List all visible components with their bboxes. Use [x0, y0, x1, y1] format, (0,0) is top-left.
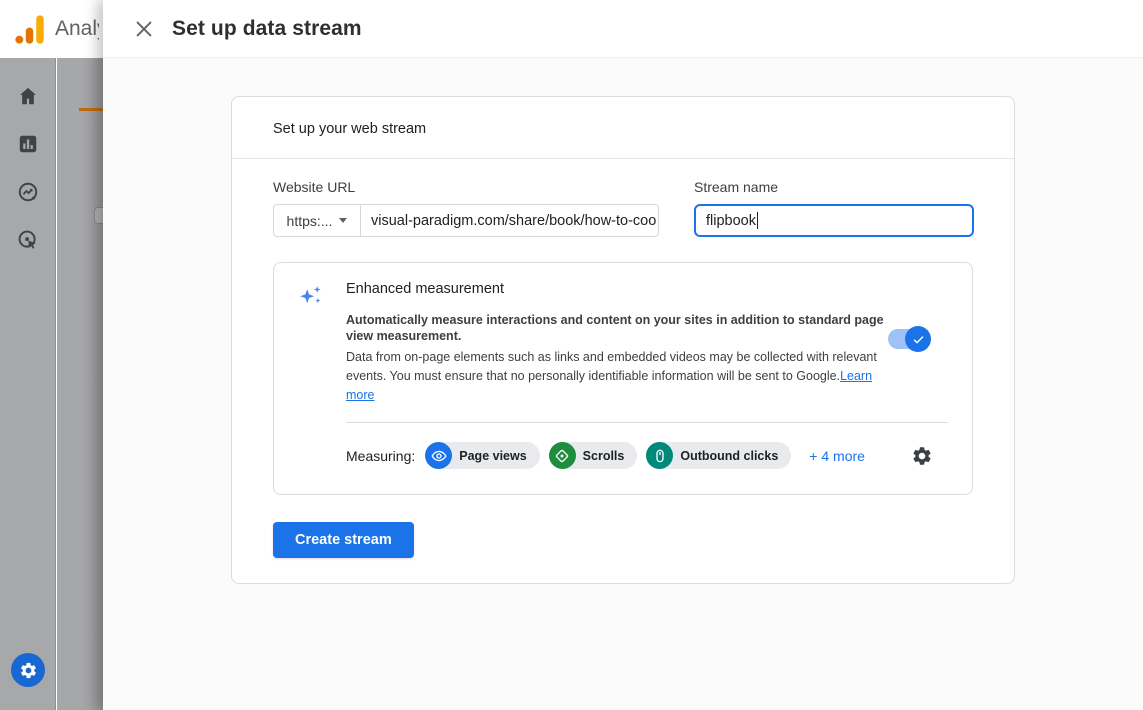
chevron-down-icon	[339, 218, 347, 223]
website-url-label: Website URL	[273, 179, 659, 195]
website-url-value: visual-paradigm.com/share/book/how-to-co…	[371, 213, 656, 229]
scroll-diamond-icon	[554, 448, 570, 464]
enhanced-measurement-toggle[interactable]	[888, 329, 928, 349]
check-icon	[911, 332, 926, 347]
tab-underline	[79, 108, 103, 111]
card-header: Set up your web stream	[232, 97, 1014, 159]
stream-name-field-group: Stream name flipbook	[694, 179, 974, 237]
measurement-settings-gear-icon[interactable]	[911, 445, 933, 467]
stream-name-label: Stream name	[694, 179, 974, 195]
mouse-icon	[652, 448, 668, 464]
chip-label: Page views	[459, 449, 526, 463]
home-icon[interactable]	[17, 85, 39, 107]
chip-scrolls[interactable]: Scrolls	[549, 442, 638, 469]
protocol-dropdown[interactable]: https:...	[274, 205, 361, 236]
setup-data-stream-panel: Set up data stream Set up your web strea…	[103, 0, 1143, 710]
close-icon[interactable]	[133, 18, 155, 40]
more-chips-link[interactable]: + 4 more	[809, 448, 865, 464]
stream-name-input[interactable]: flipbook	[694, 204, 974, 237]
app-header: Analytics	[0, 0, 103, 58]
text-cursor	[757, 212, 758, 229]
left-nav-rail	[0, 58, 56, 710]
chip-label: Scrolls	[583, 449, 625, 463]
panel-header: Set up data stream	[103, 0, 1143, 58]
divider	[346, 422, 948, 423]
measuring-label: Measuring:	[346, 448, 415, 464]
protocol-value: https:...	[287, 213, 333, 229]
brand-name: Analytics	[55, 17, 99, 41]
analytics-logo-icon	[13, 13, 46, 46]
enhanced-measurement-title: Enhanced measurement	[346, 281, 948, 297]
sparkle-icon	[298, 283, 324, 309]
dimmed-page-sliver	[57, 58, 103, 710]
website-url-field-group: Website URL https:... visual-paradigm.co…	[273, 179, 659, 237]
search-box-sliver	[94, 207, 103, 224]
chip-outbound-clicks[interactable]: Outbound clicks	[646, 442, 791, 469]
admin-gear-button[interactable]	[11, 653, 45, 687]
chip-label: Outbound clicks	[680, 449, 778, 463]
web-stream-card: Set up your web stream Website URL https…	[231, 96, 1015, 584]
chip-page-views[interactable]: Page views	[425, 442, 539, 469]
panel-title: Set up data stream	[172, 17, 362, 41]
enhanced-measurement-desc-bold: Automatically measure interactions and c…	[346, 313, 894, 344]
enhanced-measurement-box: Enhanced measurement Automatically measu…	[273, 262, 973, 495]
enhanced-measurement-desc: Data from on-page elements such as links…	[346, 348, 894, 405]
website-url-input[interactable]: visual-paradigm.com/share/book/how-to-co…	[361, 205, 658, 236]
stream-name-value: flipbook	[706, 213, 756, 229]
create-stream-button[interactable]: Create stream	[273, 522, 414, 558]
explore-icon[interactable]	[17, 181, 39, 203]
reports-icon[interactable]	[17, 133, 39, 155]
eye-icon	[431, 448, 447, 464]
advertising-icon[interactable]	[17, 229, 39, 251]
desc-text: Data from on-page elements such as links…	[346, 350, 877, 383]
gear-icon	[19, 661, 38, 680]
